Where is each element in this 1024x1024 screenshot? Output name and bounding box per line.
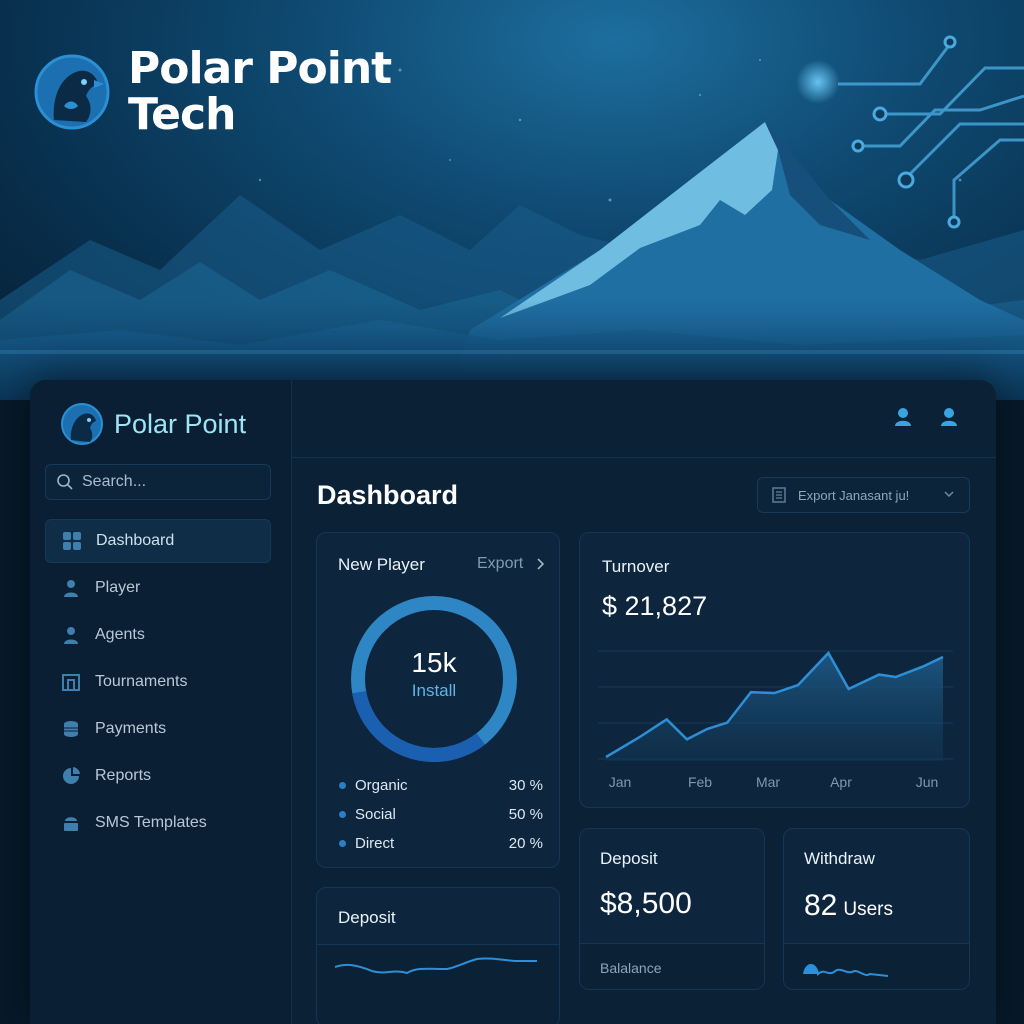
top-bar <box>292 380 996 458</box>
x-tick-label: Jan <box>609 774 632 790</box>
account-icon[interactable] <box>938 406 960 428</box>
turnover-area-chart: Jan Feb Mar Apr Jun <box>598 650 953 790</box>
legend-item: Direct 20 % <box>339 829 543 858</box>
penguin-logo-icon <box>34 54 110 130</box>
install-donut-chart: 15k Install <box>351 596 517 762</box>
page-title: Dashboard <box>317 480 459 510</box>
hero-brand-line2: Tech <box>128 89 236 140</box>
x-tick-label: Mar <box>756 774 780 790</box>
chevron-down-icon <box>944 491 954 498</box>
search-input[interactable] <box>82 473 262 491</box>
new-player-card: New Player Export 15k Install Organic 30… <box>316 532 560 868</box>
sidebar-nav: Dashboard Player Agents Tournaments Paym… <box>45 519 271 848</box>
donut-center-value: 15k <box>411 647 457 678</box>
dashboard-app: Polar Point Dashboard Player <box>30 380 996 1024</box>
hero-brand-line1: Polar Point <box>128 43 392 94</box>
sidebar-item-agents[interactable]: Agents <box>45 613 271 657</box>
legend-label: Social <box>355 806 396 823</box>
sidebar-item-label: Player <box>95 579 141 596</box>
deposit-trend-footer <box>317 944 559 1024</box>
withdraw-unit: Users <box>843 899 893 920</box>
sidebar-item-label: Tournaments <box>95 673 188 690</box>
deposit-value: $8,500 <box>600 887 692 920</box>
x-tick-label: Apr <box>830 774 852 790</box>
coin-stack-icon <box>64 721 78 737</box>
sidebar-item-label: Agents <box>95 626 145 643</box>
turnover-card: Turnover $ 21,827 Jan Feb Mar Apr Jun <box>579 532 970 808</box>
chevron-right-icon[interactable] <box>535 557 545 571</box>
search-icon <box>57 474 73 490</box>
deposit-subtitle: Balalance <box>600 960 662 976</box>
sidebar-item-tournaments[interactable]: Tournaments <box>45 660 271 704</box>
deposit-trend-card: Deposit <box>316 887 560 1024</box>
withdraw-card: Withdraw 82 Users <box>783 828 970 990</box>
hero-brand: Polar Point Tech <box>34 43 392 140</box>
legend-item: Social 50 % <box>339 800 543 829</box>
penguin-logo-icon <box>61 403 103 445</box>
export-dropdown[interactable]: Export Janasant ju! <box>757 477 970 513</box>
legend-dot <box>339 782 346 789</box>
user-avatar-icon[interactable] <box>892 406 914 428</box>
x-tick-label: Jun <box>916 774 939 790</box>
sidebar-item-label: Dashboard <box>96 532 175 549</box>
deposit-card: Deposit $8,500 Balalance <box>579 828 765 990</box>
sidebar-item-label: SMS Templates <box>95 814 207 831</box>
x-tick-label: Feb <box>688 774 712 790</box>
users-icon <box>64 627 78 644</box>
pie-chart-icon <box>63 767 80 784</box>
deposit-sparkline <box>334 957 537 975</box>
sidebar-item-payments[interactable]: Payments <box>45 707 271 751</box>
deposit-footer: Balalance <box>580 943 764 989</box>
sidebar-item-sms-templates[interactable]: SMS Templates <box>45 801 271 845</box>
grid-icon <box>63 532 81 550</box>
message-icon <box>64 817 78 831</box>
sidebar-item-player[interactable]: Player <box>45 566 271 610</box>
turnover-title: Turnover <box>602 557 670 576</box>
sidebar-brand-name: Polar Point <box>114 408 247 439</box>
withdraw-footer <box>784 943 969 989</box>
hero-brand-title: Polar Point Tech <box>128 43 392 140</box>
trophy-icon <box>62 674 80 691</box>
sidebar-item-label: Payments <box>95 720 167 737</box>
new-player-export-link[interactable]: Export <box>477 555 523 573</box>
new-player-title: New Player <box>338 555 425 574</box>
withdraw-value: 82 <box>804 889 838 922</box>
legend-value: 30 % <box>508 777 543 794</box>
export-dropdown-label: Export Janasant ju! <box>798 487 910 503</box>
sidebar: Polar Point Dashboard Player <box>30 380 292 1024</box>
hero-banner: Polar Point Tech <box>0 0 1024 400</box>
legend-dot <box>339 811 346 818</box>
legend-value: 50 % <box>508 806 543 823</box>
document-icon <box>772 487 786 503</box>
turnover-area-fill <box>606 653 943 761</box>
sidebar-item-reports[interactable]: Reports <box>45 754 271 798</box>
withdraw-value-row: 82 Users <box>804 889 893 923</box>
sidebar-item-dashboard[interactable]: Dashboard <box>45 519 271 563</box>
legend-value: 20 % <box>508 835 543 852</box>
legend-dot <box>339 840 346 847</box>
donut-center-label: Install <box>412 681 456 700</box>
withdraw-sparkline <box>803 964 889 977</box>
main-content: Dashboard Export Janasant ju! New Player… <box>292 380 996 1024</box>
turnover-value: $ 21,827 <box>602 591 708 621</box>
legend-label: Organic <box>355 777 408 794</box>
user-icon <box>64 580 78 597</box>
legend-item: Organic 30 % <box>339 771 543 800</box>
legend-label: Direct <box>355 835 395 852</box>
deposit-trend-title: Deposit <box>338 908 396 927</box>
donut-legend: Organic 30 % Social 50 % Direct 20 % <box>339 771 543 858</box>
deposit-title: Deposit <box>600 849 658 868</box>
donut-segment <box>352 690 486 762</box>
sidebar-item-label: Reports <box>95 767 152 784</box>
search-box[interactable] <box>45 464 271 500</box>
withdraw-title: Withdraw <box>804 849 875 868</box>
sidebar-brand[interactable]: Polar Point <box>60 402 246 446</box>
